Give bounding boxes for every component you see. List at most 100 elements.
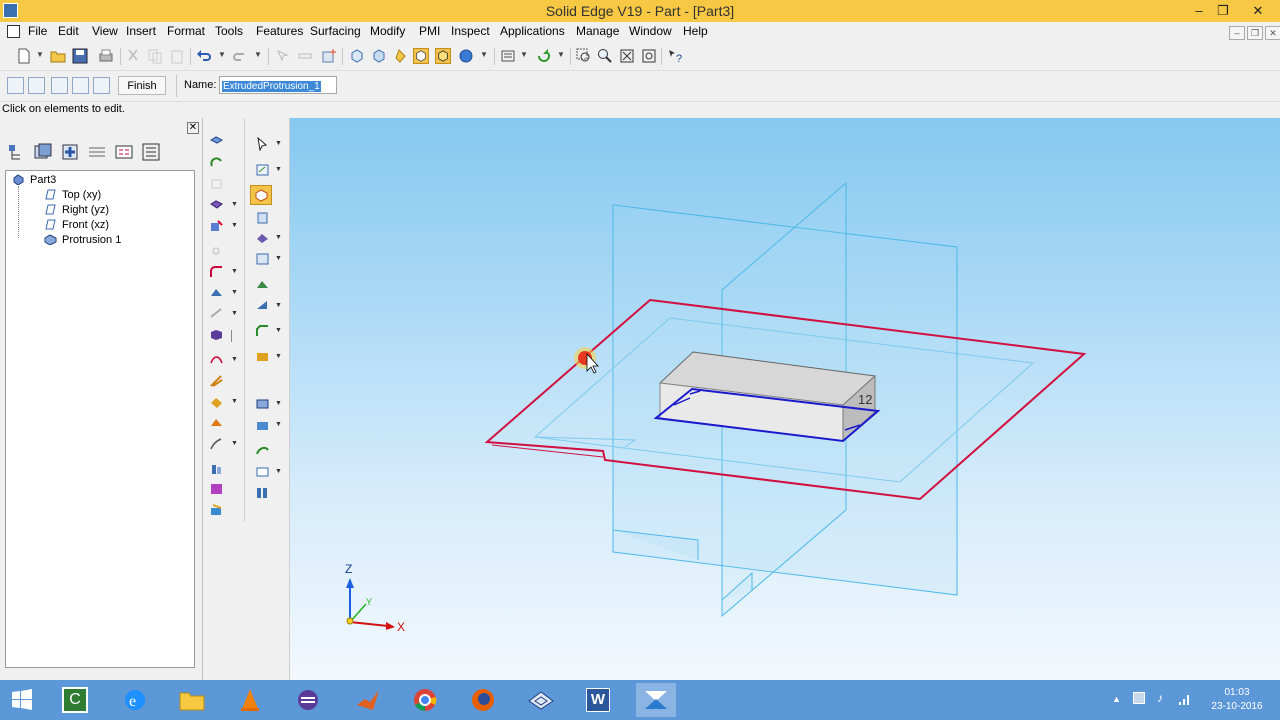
feature-library-icon[interactable] [60, 142, 80, 162]
shaded-view-icon[interactable] [413, 48, 429, 64]
select-tool-icon[interactable] [275, 48, 291, 64]
menu-modify[interactable]: Modify [370, 24, 405, 38]
taskbar-chrome[interactable] [405, 683, 445, 717]
vent-icon[interactable] [209, 482, 224, 496]
feature-playback-icon[interactable] [255, 486, 270, 500]
whats-this-icon[interactable]: ? [667, 48, 683, 64]
profile-step-icon[interactable] [7, 77, 24, 94]
feature-pathfinder-icon[interactable] [6, 142, 26, 162]
selection-manager-icon[interactable] [141, 142, 161, 162]
shell-dropdown-icon[interactable]: ▼ [275, 353, 282, 360]
rotate-dropdown-icon[interactable]: ▼ [557, 50, 565, 59]
disabled-feature-icon[interactable] [209, 177, 224, 191]
sketch-step-icon[interactable] [28, 77, 45, 94]
pan-icon[interactable] [641, 48, 657, 64]
menu-features[interactable]: Features [256, 24, 303, 38]
split-dropdown-icon[interactable]: ▼ [275, 421, 282, 428]
print-icon[interactable] [98, 48, 114, 64]
taskbar-firefox[interactable] [463, 683, 503, 717]
rib-icon[interactable] [209, 328, 224, 342]
menu-window[interactable]: Window [629, 24, 672, 38]
helix-icon[interactable] [209, 353, 224, 367]
copy-icon[interactable] [147, 48, 163, 64]
mdi-restore-button[interactable]: ❐ [1247, 26, 1263, 40]
select-tool-icon[interactable] [255, 137, 270, 151]
view-orient-icon[interactable] [349, 48, 365, 64]
thin-wall-dropdown-icon[interactable]: ▼ [231, 310, 238, 317]
feature-name-field[interactable]: ExtrudedProtrusion_1 [219, 76, 337, 94]
taskbar-vlc[interactable] [230, 683, 270, 717]
taskbar-matlab[interactable] [348, 683, 388, 717]
render-dropdown-icon[interactable]: ▼ [480, 50, 488, 59]
mounting-boss-icon[interactable] [209, 462, 224, 476]
mirror-icon[interactable] [209, 416, 224, 430]
taskbar-solid-edge-part[interactable] [521, 683, 561, 717]
sweep-dropdown-icon[interactable]: ▼ [275, 255, 282, 262]
mdi-minimize-button[interactable]: – [1229, 26, 1245, 40]
sensors-icon[interactable] [114, 142, 134, 162]
insert-object-icon[interactable] [321, 48, 337, 64]
extent-step-icon[interactable] [72, 77, 89, 94]
display-mode-icon[interactable] [500, 48, 516, 64]
start-button[interactable] [2, 683, 42, 717]
thicken-icon[interactable] [255, 299, 270, 313]
pattern-icon[interactable] [209, 395, 224, 409]
highlight-icon[interactable] [393, 48, 409, 64]
menu-view[interactable]: View [92, 24, 118, 38]
menu-help[interactable]: Help [683, 24, 708, 38]
show-hidden-icons[interactable]: ▲ [1112, 694, 1121, 704]
lip-dropdown-icon[interactable]: ▼ [231, 440, 238, 447]
menu-pmi[interactable]: PMI [419, 24, 440, 38]
dimension-label[interactable]: 12 [858, 392, 872, 407]
menu-file[interactable]: File [28, 24, 47, 38]
undo-dropdown-icon[interactable]: ▼ [218, 50, 226, 59]
fit-icon[interactable] [619, 48, 635, 64]
split-icon[interactable] [255, 418, 270, 432]
menu-format[interactable]: Format [167, 24, 205, 38]
cut-icon[interactable] [125, 48, 141, 64]
new-dropdown-icon[interactable]: ▼ [36, 50, 44, 59]
select-dropdown-icon[interactable]: ▼ [275, 140, 282, 147]
emboss-dropdown-icon[interactable]: ▼ [275, 468, 282, 475]
tree-item-right-plane[interactable]: Right (yz) [62, 204, 109, 216]
sweep-icon[interactable] [255, 252, 270, 266]
sketch-dropdown-icon[interactable]: ▼ [275, 166, 282, 173]
lip-icon[interactable] [209, 437, 224, 451]
helix-dropdown-icon[interactable]: ▼ [231, 356, 238, 363]
emboss-icon[interactable] [255, 465, 270, 479]
redo-icon[interactable] [232, 48, 248, 64]
pattern-along-curve-icon[interactable] [255, 397, 270, 411]
menu-applications[interactable]: Applications [500, 24, 565, 38]
taskbar-camtasia[interactable]: C [55, 683, 95, 717]
paste-icon[interactable] [169, 48, 185, 64]
thin-wall-icon[interactable] [209, 307, 224, 321]
draft-icon[interactable] [209, 286, 224, 300]
taskbar-file-explorer[interactable] [172, 683, 212, 717]
finish-button[interactable]: Finish [118, 76, 166, 95]
pattern-curve-dropdown-icon[interactable]: ▼ [275, 400, 282, 407]
volume-icon[interactable]: ♪ [1157, 691, 1163, 705]
tree-item-part3[interactable]: Part3 [30, 174, 56, 186]
system-clock[interactable]: 01:03 23-10-2016 [1200, 686, 1274, 714]
sketch-icon[interactable] [255, 163, 270, 177]
revolve-dropdown-icon[interactable]: ▼ [275, 234, 282, 241]
graphics-viewport[interactable]: 12 Z Y X [290, 118, 1280, 680]
render-icon[interactable] [458, 48, 474, 64]
signal-icon[interactable] [1178, 692, 1192, 706]
chamfer-icon[interactable] [255, 324, 270, 338]
menu-tools[interactable]: Tools [215, 24, 243, 38]
menu-insert[interactable]: Insert [126, 24, 156, 38]
menu-edit[interactable]: Edit [58, 24, 79, 38]
save-icon[interactable] [72, 48, 88, 64]
model-view[interactable]: 12 Z Y X [290, 118, 1280, 680]
taskbar-eclipse[interactable] [288, 683, 328, 717]
revolved-cutout-dropdown-icon[interactable]: ▼ [231, 222, 238, 229]
shell-icon[interactable] [255, 350, 270, 364]
tree-item-top-plane[interactable]: Top (xy) [62, 189, 101, 201]
restore-button[interactable]: ❐ [1208, 0, 1238, 22]
undo-icon[interactable] [196, 48, 212, 64]
web-network-icon[interactable] [209, 374, 224, 388]
menu-manage[interactable]: Manage [576, 24, 619, 38]
zoom-area-icon[interactable] [576, 48, 592, 64]
taskbar-solid-edge[interactable] [636, 683, 676, 717]
